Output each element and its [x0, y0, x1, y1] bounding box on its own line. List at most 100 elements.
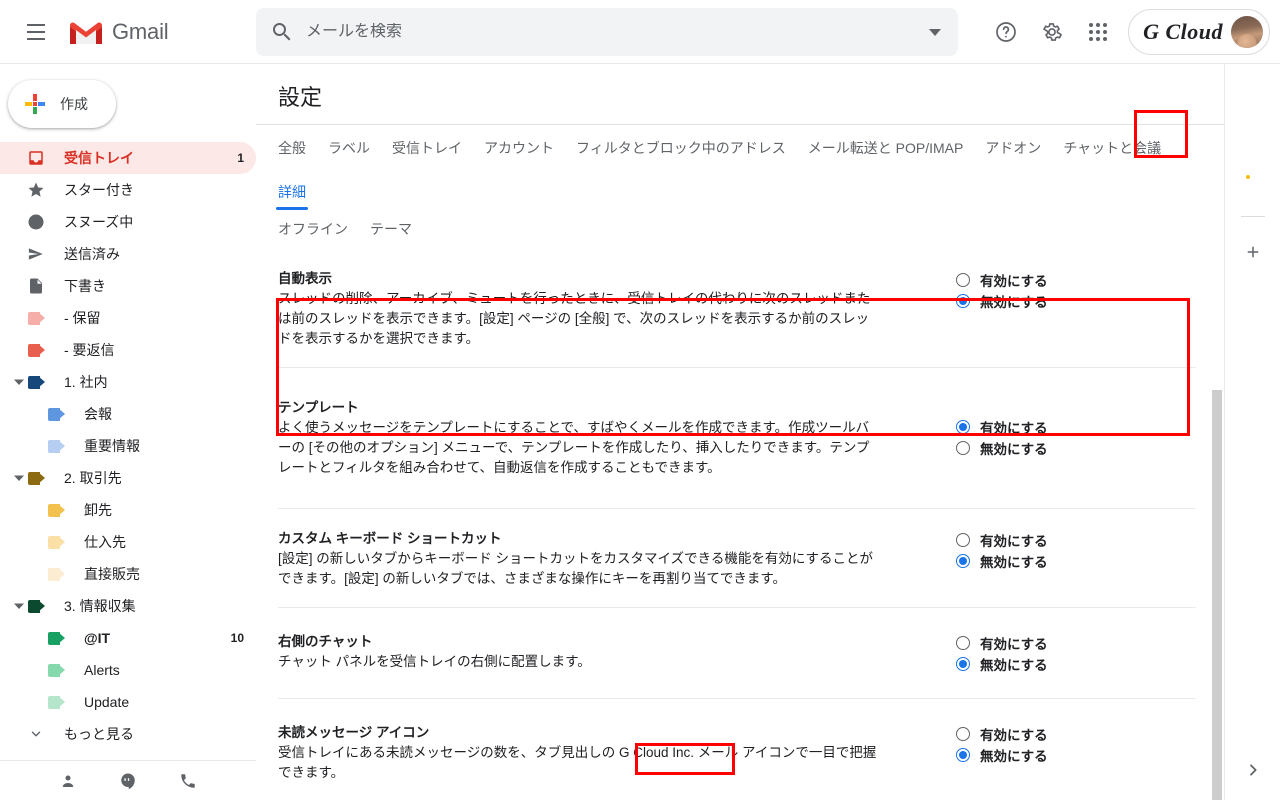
sidebar-item-update[interactable]: Update — [0, 686, 256, 718]
keep-icon[interactable] — [1242, 126, 1264, 148]
setting-description: よく使うメッセージをテンプレートにすることで、すばやくメールを作成できます。作成… — [278, 420, 870, 475]
expand-toggle-icon[interactable] — [10, 597, 28, 615]
radio-option-enable[interactable]: 有効にする — [956, 416, 1048, 437]
phone-icon[interactable] — [176, 769, 200, 793]
search-bar[interactable] — [256, 8, 958, 56]
settings-tabs-row-2: オフライン テーマ — [278, 213, 1202, 249]
content-scrollbar[interactable] — [1212, 390, 1222, 800]
hangouts-chat-icon[interactable] — [116, 769, 140, 793]
expand-toggle-icon[interactable] — [10, 469, 28, 487]
sidebar-item-label: スヌーズ中 — [64, 214, 134, 230]
radio-icon-selected[interactable] — [956, 747, 970, 762]
radio-icon[interactable] — [956, 635, 970, 650]
sidebar-item-needs-reply[interactable]: - 要返信 — [0, 334, 256, 366]
sidebar-item-direct-sales[interactable]: 直接販売 — [0, 558, 256, 590]
expand-panel-chevron-right-icon[interactable] — [1241, 758, 1265, 782]
calendar-icon[interactable]: 31 — [1242, 82, 1264, 104]
radio-icon-selected[interactable] — [956, 293, 970, 308]
tab-addons[interactable]: アドオン — [985, 125, 1041, 169]
send-icon — [26, 244, 46, 264]
sidebar-item-research[interactable]: 3. 情報収集 — [0, 590, 256, 622]
add-addon-plus-icon[interactable] — [1242, 241, 1264, 263]
sidebar-item-hold[interactable]: - 保留 — [0, 302, 256, 334]
radio-icon-selected[interactable] — [956, 656, 970, 671]
hamburger-menu-icon[interactable] — [12, 8, 60, 56]
label-icon — [46, 404, 66, 424]
radio-label: 無効にする — [980, 441, 1048, 457]
tab-advanced[interactable]: 詳細 — [276, 169, 308, 213]
sidebar-item-internal[interactable]: 1. 社内 — [0, 366, 256, 398]
tab-themes[interactable]: テーマ — [370, 213, 412, 249]
radio-option-disable[interactable]: 無効にする — [956, 290, 1048, 311]
tab-inbox[interactable]: 受信トレイ — [392, 125, 462, 169]
radio-icon[interactable] — [956, 532, 970, 547]
search-options-dropdown-icon[interactable] — [912, 8, 958, 56]
inbox-icon — [26, 148, 46, 168]
label-icon — [26, 596, 46, 616]
sidebar-item-label: 下書き — [64, 278, 106, 294]
radio-option-disable[interactable]: 無効にする — [956, 437, 1048, 458]
radio-option-enable[interactable]: 有効にする — [956, 723, 1048, 744]
scrollbar-thumb[interactable] — [1212, 390, 1222, 800]
avatar[interactable] — [1231, 16, 1263, 48]
setting-title: 自動表示 — [278, 271, 332, 286]
sidebar-item-label: Alerts — [84, 662, 120, 678]
sidebar-item-newsletter[interactable]: 会報 — [0, 398, 256, 430]
tasks-icon[interactable] — [1242, 170, 1264, 192]
account-chip[interactable]: G Cloud — [1128, 9, 1270, 55]
tab-labels[interactable]: ラベル — [328, 125, 370, 169]
setting-unread-message-icon: 未読メッセージ アイコン 受信トレイにある未読メッセージの数を、タブ見出しの G… — [278, 699, 1196, 783]
radio-label: 無効にする — [980, 554, 1048, 570]
sidebar-item-inbox[interactable]: 受信トレイ 1 — [0, 142, 256, 174]
radio-option-enable[interactable]: 有効にする — [956, 269, 1048, 290]
sidebar-item-wholesale[interactable]: 卸先 — [0, 494, 256, 526]
setting-text: テンプレート よく使うメッセージをテンプレートにすることで、すばやくメールを作成… — [278, 396, 878, 478]
sidebar-item-suppliers[interactable]: 仕入先 — [0, 526, 256, 558]
radio-icon-selected[interactable] — [956, 553, 970, 568]
rail-divider — [1240, 216, 1265, 217]
radio-option-enable[interactable]: 有効にする — [956, 529, 1048, 550]
setting-description: [設定] の新しいタブからキーボード ショートカットをカスタマイズできる機能を有… — [278, 551, 873, 586]
settings-content: 自動表示 スレッドの削除、アーカイブ、ミュートを行ったときに、受信トレイの代わり… — [256, 249, 1224, 800]
radio-option-enable[interactable]: 有効にする — [956, 632, 1048, 653]
radio-option-disable[interactable]: 無効にする — [956, 744, 1048, 765]
sidebar-item-count: 10 — [230, 631, 244, 645]
radio-option-disable[interactable]: 無効にする — [956, 550, 1048, 571]
radio-icon[interactable] — [956, 726, 970, 741]
help-icon[interactable] — [984, 10, 1028, 54]
search-input[interactable] — [306, 23, 912, 41]
radio-icon-selected[interactable] — [956, 419, 970, 434]
sidebar-item-sent[interactable]: 送信済み — [0, 238, 256, 270]
label-icon — [26, 468, 46, 488]
sidebar-item-label: 仕入先 — [84, 534, 126, 550]
sidebar-item-at-it[interactable]: @IT 10 — [0, 622, 256, 654]
compose-button[interactable]: 作成 — [8, 80, 116, 128]
radio-option-disable[interactable]: 無効にする — [956, 653, 1048, 674]
sidebar-item-alerts[interactable]: Alerts — [0, 654, 256, 686]
sidebar-item-label: - 保留 — [64, 310, 101, 326]
expand-toggle-icon[interactable] — [10, 373, 28, 391]
tab-offline[interactable]: オフライン — [278, 213, 348, 249]
sidebar-item-label: 重要情報 — [84, 438, 140, 454]
apps-grid-icon[interactable] — [1076, 10, 1120, 54]
gmail-logo[interactable]: Gmail — [68, 18, 169, 46]
setting-options: 有効にする 無効にする — [956, 527, 1048, 589]
setting-description: 受信トレイにある未読メッセージの数を、タブ見出しの G Cloud Inc. メ… — [278, 745, 877, 780]
settings-action-buttons: 変更を保存 キャンセル — [278, 783, 1196, 800]
radio-icon[interactable] — [956, 440, 970, 455]
tab-forwarding-pop-imap[interactable]: メール転送と POP/IMAP — [808, 125, 964, 169]
sidebar-item-starred[interactable]: スター付き — [0, 174, 256, 206]
radio-icon[interactable] — [956, 272, 970, 287]
gear-icon[interactable] — [1030, 10, 1074, 54]
sidebar-item-important-info[interactable]: 重要情報 — [0, 430, 256, 462]
contacts-icon[interactable] — [56, 769, 80, 793]
tab-accounts[interactable]: アカウント — [484, 125, 554, 169]
sidebar-item-clients[interactable]: 2. 取引先 — [0, 462, 256, 494]
sidebar-item-snoozed[interactable]: スヌーズ中 — [0, 206, 256, 238]
tab-filters[interactable]: フィルタとブロック中のアドレス — [576, 125, 786, 169]
tab-general[interactable]: 全般 — [278, 125, 306, 169]
sidebar-item-show-more[interactable]: もっと見る — [0, 718, 256, 750]
gmail-envelope-icon — [68, 18, 104, 46]
sidebar-item-drafts[interactable]: 下書き — [0, 270, 256, 302]
tab-chat-and-meet[interactable]: チャットと会議 — [1063, 125, 1161, 169]
